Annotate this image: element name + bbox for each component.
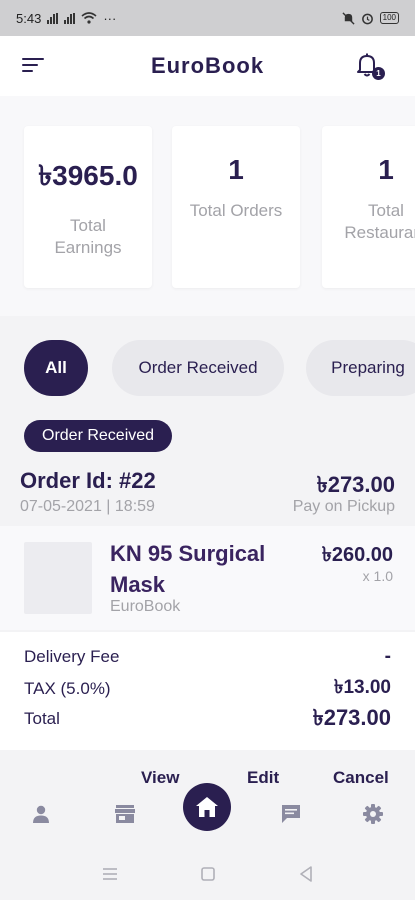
recent-apps-icon — [103, 868, 117, 880]
notification-button[interactable]: 1 — [355, 52, 385, 80]
nav-store[interactable] — [112, 801, 138, 827]
back-triangle-icon — [300, 866, 312, 882]
chat-icon — [282, 805, 300, 823]
tax-label: TAX (5.0%) — [24, 679, 111, 698]
signal-icon — [47, 12, 59, 24]
order-payment-method: Pay on Pickup — [292, 498, 395, 515]
wifi-icon — [81, 12, 97, 24]
back-button[interactable] — [296, 865, 316, 883]
order-header[interactable]: Order Id: #22 07-05-2021 | 18:59 ৳273.00… — [0, 460, 415, 524]
total-value: ৳273.00 — [312, 704, 391, 730]
square-icon — [201, 867, 215, 881]
nav-settings[interactable] — [360, 801, 386, 827]
stats-carousel[interactable]: ৳3965.0 Total Earnings 1 Total Orders 1 … — [0, 96, 415, 316]
stat-card-orders[interactable]: 1 Total Orders — [172, 126, 300, 288]
filter-chip-preparing[interactable]: Preparing — [306, 340, 415, 396]
bottom-nav — [0, 783, 415, 847]
alarm-icon — [361, 13, 373, 24]
nav-home[interactable] — [183, 783, 231, 831]
home-icon — [196, 797, 218, 817]
stat-card-restaurants[interactable]: 1 Total Restaurant — [322, 126, 415, 288]
settings-icon — [363, 804, 383, 824]
app-header: EuroBook 1 — [0, 36, 415, 96]
app-title: EuroBook — [150, 53, 265, 78]
more-notifications-icon: ··· — [103, 10, 117, 26]
stat-value: 1 — [228, 154, 244, 185]
status-left: 5:43 ··· — [16, 11, 116, 26]
filter-chip-all[interactable]: All — [24, 340, 88, 396]
system-nav-bar — [0, 847, 415, 900]
stat-label: Total — [368, 201, 404, 220]
delivery-fee-label: Delivery Fee — [24, 647, 120, 666]
order-totals: Delivery Fee - TAX (5.0%) ৳13.00 Total ৳… — [0, 632, 415, 750]
status-right: 100 — [342, 11, 399, 25]
item-vendor: EuroBook — [110, 598, 181, 615]
item-quantity: x 1.0 — [362, 568, 393, 584]
tax-row: TAX (5.0%) ৳13.00 — [24, 676, 391, 702]
order-status-tag: Order Received — [24, 420, 173, 452]
item-name: KN 95 Surgical Mask — [110, 541, 266, 597]
nav-profile[interactable] — [28, 801, 54, 827]
stat-label: Total Orders — [189, 201, 283, 220]
store-icon — [115, 805, 135, 823]
menu-icon[interactable] — [22, 58, 44, 74]
stat-label: Total — [70, 216, 106, 235]
battery-icon: 100 — [379, 12, 399, 24]
total-label: Total — [24, 709, 60, 728]
stat-card-earnings[interactable]: ৳3965.0 Total Earnings — [24, 126, 152, 288]
signal-icon-2 — [64, 12, 76, 24]
status-bar: 5:43 ··· 100 — [0, 0, 415, 36]
nav-chat[interactable] — [278, 801, 304, 827]
stat-value: 1 — [378, 154, 394, 185]
order-item: KN 95 Surgical Mask EuroBook ৳260.00 x 1… — [0, 526, 415, 630]
profile-icon — [33, 805, 49, 823]
delivery-fee-row: Delivery Fee - — [24, 644, 391, 670]
recent-apps-button[interactable] — [100, 865, 120, 883]
status-time: 5:43 — [16, 10, 42, 26]
stat-value: ৳3965.0 — [38, 160, 138, 191]
delivery-fee-value: - — [384, 646, 391, 667]
notification-badge: 1 — [372, 67, 385, 80]
order-id: Order Id: #22 — [20, 468, 156, 493]
order-datetime: 07-05-2021 | 18:59 — [20, 498, 155, 515]
stat-label: Earnings — [54, 238, 122, 257]
item-image — [24, 542, 92, 614]
filter-chip-order-received[interactable]: Order Received — [112, 340, 284, 396]
home-system-button[interactable] — [198, 865, 218, 883]
stat-label: Restaurant — [344, 223, 415, 242]
mute-icon — [342, 11, 355, 25]
total-row: Total ৳273.00 — [24, 705, 391, 732]
